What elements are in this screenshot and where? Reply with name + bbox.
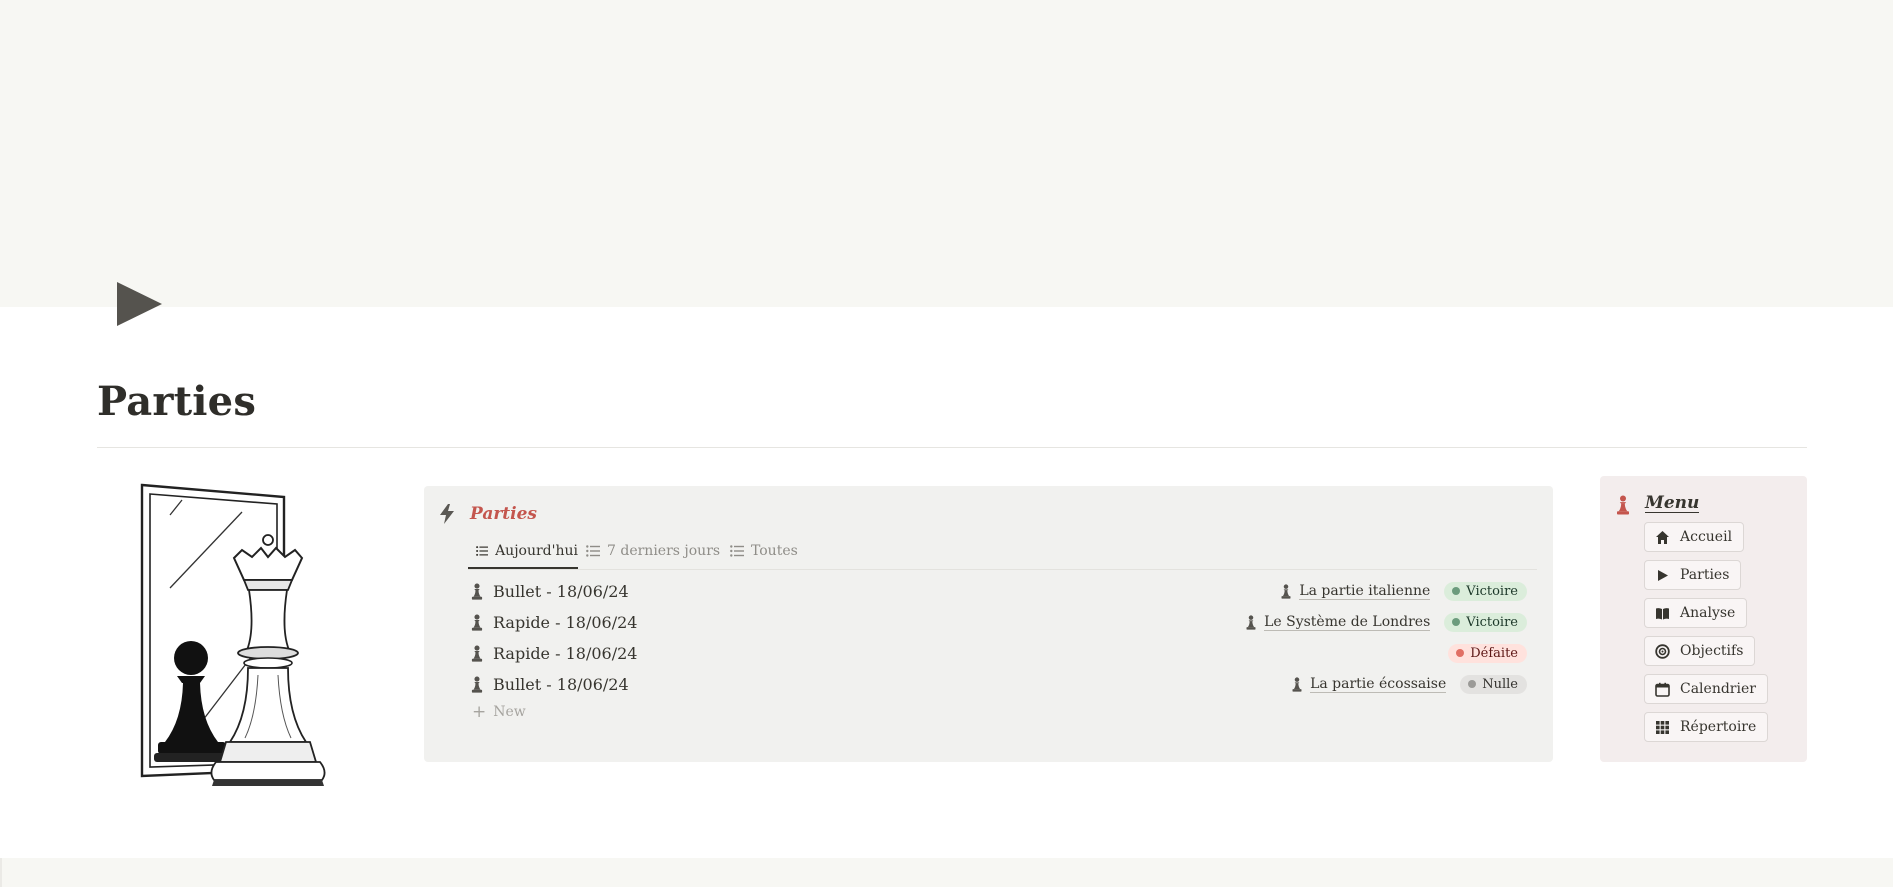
list-icon	[586, 545, 600, 557]
tab-aujourdhui[interactable]: Aujourd'hui	[468, 534, 578, 569]
menu-button-label: Calendrier	[1680, 681, 1756, 697]
status-badge: Nulle	[1460, 674, 1527, 694]
status-badge: Victoire	[1444, 612, 1527, 632]
new-label: New	[493, 704, 526, 720]
list-item[interactable]: Bullet - 18/06/24 La partie écossaise Nu…	[470, 669, 1527, 699]
pawn-icon	[1280, 584, 1292, 599]
page-title: Parties	[97, 378, 257, 425]
cover-image	[0, 0, 1893, 307]
pawn-icon	[1291, 677, 1303, 692]
menu-button-repertoire[interactable]: Répertoire	[1644, 712, 1769, 742]
database-title[interactable]: Parties	[470, 504, 537, 524]
parties-database: Parties Aujourd'hui 7 derniers jours Tou…	[424, 486, 1553, 762]
menu-button-label: Parties	[1680, 567, 1730, 583]
tab-7-derniers-jours[interactable]: 7 derniers jours	[578, 534, 720, 568]
opening-link[interactable]: La partie italienne	[1299, 583, 1431, 600]
list-item[interactable]: Rapide - 18/06/24 Le Système de Londres …	[470, 607, 1527, 637]
status-dot	[1452, 618, 1461, 626]
list-icon	[730, 545, 744, 557]
status-dot	[1456, 649, 1465, 657]
play-icon	[117, 282, 162, 326]
status-label: Défaite	[1470, 645, 1518, 661]
bolt-icon	[440, 504, 454, 524]
plus-icon: +	[472, 702, 487, 722]
pawn-icon	[470, 645, 484, 662]
new-item-button[interactable]: + New	[472, 702, 526, 722]
opening-link[interactable]: Le Système de Londres	[1264, 614, 1431, 631]
chess-illustration	[140, 483, 326, 786]
tab-label: 7 derniers jours	[607, 543, 721, 559]
list-item[interactable]: Rapide - 18/06/24 Défaite	[470, 638, 1527, 668]
menu-button-objectifs[interactable]: Objectifs	[1644, 636, 1756, 666]
calendar-icon	[1655, 682, 1670, 697]
menu-button-accueil[interactable]: Accueil	[1644, 522, 1745, 552]
game-name: Bullet - 18/06/24	[493, 581, 629, 601]
menu-button-calendrier[interactable]: Calendrier	[1644, 674, 1768, 704]
menu-title[interactable]: Menu	[1645, 494, 1700, 513]
book-icon	[1656, 607, 1669, 619]
list-item[interactable]: Bullet - 18/06/24 La partie italienne Vi…	[470, 576, 1527, 606]
pawn-icon	[470, 676, 484, 693]
game-name: Rapide - 18/06/24	[493, 643, 638, 663]
edge-marker	[0, 858, 2, 887]
home-icon	[1656, 530, 1669, 544]
target-icon	[1655, 643, 1670, 659]
pawn-icon	[1245, 615, 1257, 630]
status-dot	[1452, 587, 1461, 595]
status-badge: Victoire	[1444, 581, 1527, 601]
menu-button-label: Analyse	[1680, 605, 1736, 621]
status-dot	[1468, 680, 1477, 688]
menu-button-parties[interactable]: Parties	[1644, 560, 1742, 590]
list-icon	[476, 545, 488, 557]
tab-label: Toutes	[751, 543, 798, 559]
title-divider	[97, 447, 1807, 448]
pawn-icon	[1615, 495, 1631, 515]
game-name: Rapide - 18/06/24	[493, 612, 638, 632]
menu-callout: Menu Accueil Parties Analyse Objectifs C…	[1600, 476, 1807, 762]
tab-label: Aujourd'hui	[495, 542, 578, 559]
status-badge: Défaite	[1448, 643, 1527, 663]
game-name: Bullet - 18/06/24	[493, 674, 629, 694]
menu-button-label: Répertoire	[1680, 719, 1757, 735]
status-label: Victoire	[1466, 583, 1518, 599]
status-label: Victoire	[1466, 614, 1518, 630]
view-tabs: Aujourd'hui 7 derniers jours Toutes	[468, 534, 1537, 570]
status-label: Nulle	[1482, 676, 1518, 692]
next-section-band	[0, 858, 1893, 887]
menu-button-label: Accueil	[1680, 529, 1733, 545]
tab-toutes[interactable]: Toutes	[722, 534, 798, 568]
pawn-icon	[470, 583, 484, 600]
menu-button-label: Objectifs	[1680, 643, 1744, 659]
opening-link[interactable]: La partie écossaise	[1310, 676, 1447, 693]
pawn-icon	[470, 614, 484, 631]
menu-button-analyse[interactable]: Analyse	[1644, 598, 1748, 628]
grid-icon	[1656, 720, 1669, 734]
play-icon	[1658, 569, 1668, 581]
